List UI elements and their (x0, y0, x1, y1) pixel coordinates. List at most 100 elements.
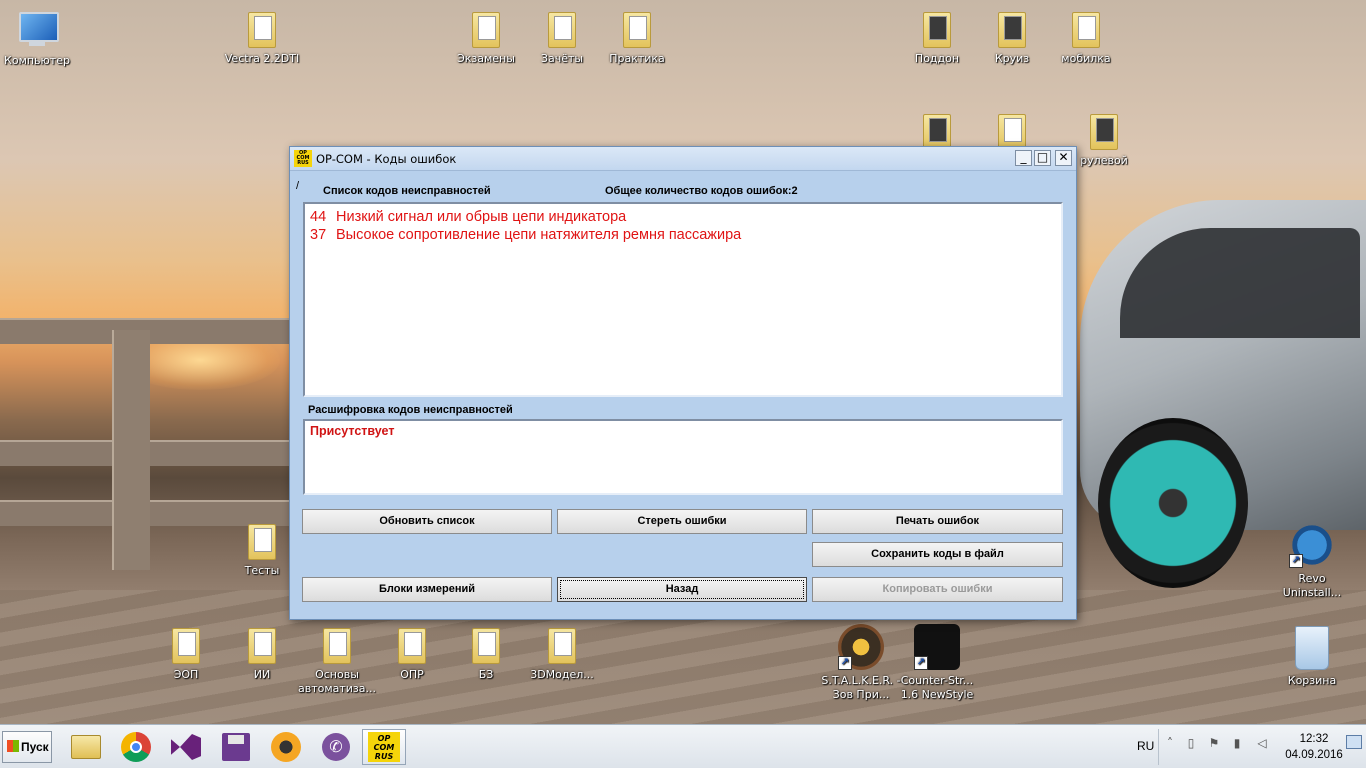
desktop-icon-bz[interactable]: БЗ (446, 624, 526, 682)
back-button[interactable]: Назад (557, 577, 807, 602)
error-description: Высокое сопротивление цепи натяжителя ре… (336, 227, 742, 243)
refresh-list-button[interactable]: Обновить список (302, 509, 552, 534)
desktop-icon-eop[interactable]: ЭОП (146, 624, 226, 682)
start-button[interactable]: Пуск (2, 731, 52, 763)
desktop-icon-label: Основы автоматиза... (297, 668, 377, 695)
folder-icon (921, 8, 953, 48)
viber-icon: ✆ (322, 733, 350, 761)
taskbar-opcom[interactable]: OP COM RUS (362, 729, 406, 765)
shortcut-arrow-icon: ↗ (914, 656, 928, 670)
desktop-icon-label: Поддон (914, 52, 960, 65)
slash-marker: / (296, 180, 300, 192)
folder-icon (246, 520, 278, 560)
desktop-icon-poddon[interactable]: Поддон (897, 8, 977, 66)
close-button[interactable]: ✕ (1055, 150, 1072, 166)
error-code: 44 (310, 209, 327, 225)
taskbar-explorer[interactable] (64, 729, 108, 765)
desktop-icon-ii[interactable]: ИИ (222, 624, 302, 682)
desktop-icon-kruiz[interactable]: Круиз (972, 8, 1052, 66)
folder-icon (921, 110, 953, 150)
decode-box[interactable]: Присутствует (303, 419, 1063, 495)
folder-icon (996, 8, 1028, 48)
list-item[interactable]: 37 Высокое сопротивление цепи натяжителя … (310, 226, 1056, 244)
maximize-button[interactable]: □ (1034, 150, 1051, 166)
desktop-icon-counter-strike[interactable]: ↗ Counter-Str... 1.6 NewStyle (897, 624, 977, 702)
desktop-icon-label: мобилка (1061, 52, 1111, 65)
show-hidden-icons-icon[interactable]: ˄ (1163, 736, 1177, 750)
desktop-icon-label: Vectra 2.2DTI (224, 52, 300, 65)
desktop-icon-label: Практика (609, 52, 665, 65)
stalker-icon: ↗ (838, 624, 884, 670)
shortcut-arrow-icon: ↗ (1289, 554, 1303, 568)
desktop-icon-recycle-bin[interactable]: Корзина (1272, 626, 1352, 688)
desktop-icon-label: рулевой (1080, 154, 1128, 167)
taskbar-viber[interactable]: ✆ (314, 729, 358, 765)
desktop-icon-label: ОПР (400, 668, 424, 681)
decode-status-text: Присутствует (310, 424, 395, 438)
taskbar-chrome[interactable] (114, 729, 158, 765)
battery-icon[interactable]: ▮ (1230, 736, 1244, 750)
taskbar-clock[interactable]: 12:32 04.09.2016 (1284, 731, 1344, 763)
desktop-icon-label: ЭОП (173, 668, 199, 681)
volume-icon[interactable]: ◁ (1255, 736, 1269, 750)
window-titlebar[interactable]: OP COM RUS OP-COM - Коды ошибок _ □ ✕ (290, 147, 1076, 171)
wallpaper-car-window (1120, 228, 1360, 338)
desktop-icon-label: Counter-Str... 1.6 NewStyle (900, 674, 974, 701)
window-title: OP-COM - Коды ошибок (316, 152, 457, 166)
error-count-label: Общее количество кодов ошибок:2 (605, 185, 798, 197)
erase-errors-button[interactable]: Стереть ошибки (557, 509, 807, 534)
minimize-button[interactable]: _ (1015, 150, 1032, 166)
taskbar-aimp[interactable] (264, 729, 308, 765)
desktop-icon-praktika[interactable]: Практика (597, 8, 677, 66)
clock-time: 12:32 (1299, 733, 1329, 745)
desktop-icon-mobilka[interactable]: мобилка (1046, 8, 1126, 66)
taskbar: Пуск ✆ OP COM RUS RU ˄ ▯ ⚑ ▮ ◁ 12:32 04.… (0, 724, 1366, 768)
folder-icon (470, 8, 502, 48)
clock-date: 04.09.2016 (1285, 749, 1343, 761)
copy-errors-button[interactable]: Копировать ошибки (812, 577, 1063, 602)
desktop-icon-stalker[interactable]: ↗ S.T.A.L.K.E.R. - Зов При... (821, 624, 901, 702)
list-item[interactable]: 44 Низкий сигнал или обрыв цепи индикатор… (310, 208, 1056, 226)
decode-label: Расшифровка кодов неисправностей (308, 404, 513, 416)
usb-device-icon[interactable]: ▯ (1184, 736, 1198, 750)
counter-strike-icon: ↗ (914, 624, 960, 670)
desktop-icon-label: Экзамены (457, 52, 515, 65)
desktop-icon-label: Круиз (994, 52, 1030, 65)
save-codes-button[interactable]: Сохранить коды в файл (812, 542, 1063, 567)
error-code: 37 (310, 227, 327, 243)
error-codes-list[interactable]: 44 Низкий сигнал или обрыв цепи индикатор… (303, 202, 1063, 397)
measurement-blocks-button[interactable]: Блоки измерений (302, 577, 552, 602)
print-errors-button[interactable]: Печать ошибок (812, 509, 1063, 534)
visual-studio-icon (171, 734, 201, 760)
chrome-icon (121, 732, 151, 762)
trash-icon (1295, 626, 1329, 670)
action-center-flag-icon[interactable]: ⚑ (1207, 736, 1221, 750)
desktop-icon-label: Revo Uninstall... (1282, 572, 1342, 599)
folder-icon (470, 624, 502, 664)
folder-icon (170, 624, 202, 664)
opcom-logo-icon: OP COM RUS (294, 150, 312, 167)
taskbar-save-app[interactable] (214, 729, 258, 765)
file-explorer-icon (71, 735, 101, 759)
desktop-icon-osnovy[interactable]: Основы автоматиза... (297, 624, 377, 696)
desktop-icon-vectra[interactable]: Vectra 2.2DTI (222, 8, 302, 66)
desktop-icon-ekzameny[interactable]: Экзамены (446, 8, 526, 66)
windows-flag-icon (7, 740, 19, 752)
folder-icon (246, 624, 278, 664)
shortcut-arrow-icon: ↗ (838, 656, 852, 670)
desktop-icon-label: Компьютер (4, 54, 70, 67)
desktop-icon-3dmodel[interactable]: 3DМодел... (522, 624, 602, 682)
desktop-icon-computer[interactable]: Компьютер (0, 10, 77, 68)
start-label: Пуск (21, 740, 49, 754)
desktop-icon-opr[interactable]: ОПР (372, 624, 452, 682)
error-description: Низкий сигнал или обрыв цепи индикатора (336, 209, 627, 225)
window-client-area: / Список кодов неисправностей Общее коли… (291, 172, 1075, 618)
desktop-icon-zachety[interactable]: Зачёты (522, 8, 602, 66)
show-desktop-button[interactable] (1346, 735, 1362, 749)
wallpaper-car-wheel (1098, 418, 1248, 588)
desktop-icon-revo[interactable]: ↗ Revo Uninstall... (1272, 522, 1352, 600)
opcom-error-codes-window: OP COM RUS OP-COM - Коды ошибок _ □ ✕ / … (289, 146, 1077, 620)
language-indicator[interactable]: RU (1137, 739, 1154, 753)
taskbar-visual-studio[interactable] (164, 729, 208, 765)
floppy-disk-icon (222, 733, 250, 761)
